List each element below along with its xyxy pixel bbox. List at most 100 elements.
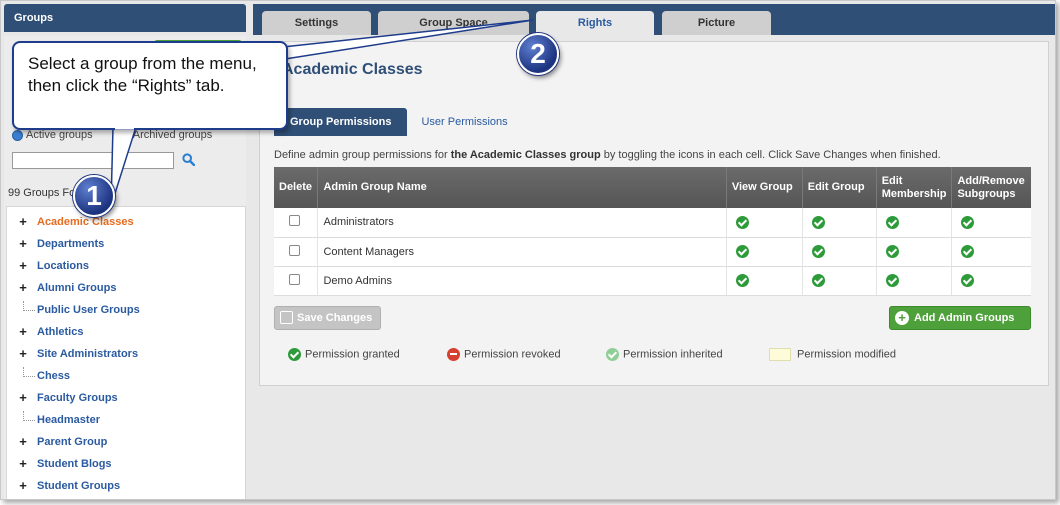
expand-plus-icon[interactable]: + <box>17 457 29 470</box>
edit-membership-cell <box>876 237 953 267</box>
tree-item-label[interactable]: Student Blogs <box>37 458 112 470</box>
delete-checkbox[interactable] <box>289 273 300 285</box>
active-groups-radio[interactable] <box>12 129 23 141</box>
expand-plus-icon[interactable]: + <box>17 281 29 294</box>
rights-content: Academic Classes Group Permissions User P… <box>259 41 1049 386</box>
table-row: Administrators <box>274 208 1031 238</box>
col-delete: Delete <box>274 167 319 208</box>
permission-granted-icon[interactable] <box>885 245 899 258</box>
tree-item[interactable]: + Student Blogs <box>7 455 245 477</box>
tree-item[interactable]: + Faculty Groups <box>7 389 245 411</box>
tree-item[interactable]: + Athletics <box>7 323 245 345</box>
tree-item[interactable]: + Site Administrators <box>7 345 245 367</box>
col-admin-group-name: Admin Group Name <box>317 167 727 208</box>
permission-granted-icon[interactable] <box>961 245 975 258</box>
tree-item-label[interactable]: Locations <box>37 260 89 272</box>
tree-item[interactable]: + Academic Classes <box>7 213 245 235</box>
tree-item-label[interactable]: Site Administrators <box>37 348 138 360</box>
group-status-filter: Active groups Archived groups <box>12 129 212 141</box>
add-admin-groups-button[interactable]: + Add Admin Groups <box>889 306 1031 330</box>
permission-sub-tabs: Group Permissions User Permissions <box>274 108 522 136</box>
expand-plus-icon[interactable]: + <box>17 237 29 250</box>
delete-cell <box>274 237 319 267</box>
edit-group-cell <box>802 266 877 296</box>
app-window: Groups Active groups Archived groups 99 … <box>0 0 1056 500</box>
permission-granted-icon <box>288 348 301 361</box>
tab-rights[interactable]: Rights <box>536 11 654 37</box>
delete-cell <box>274 266 319 296</box>
legend-modified: Permission modified <box>769 348 896 361</box>
table-header-row: Delete Admin Group Name View Group Edit … <box>274 167 1031 208</box>
tree-item-label[interactable]: Headmaster <box>37 414 100 426</box>
permissions-description: Define admin group permissions for the A… <box>274 149 941 161</box>
permission-granted-icon[interactable] <box>811 215 825 229</box>
tab-picture[interactable]: Picture <box>662 11 771 35</box>
permission-granted-icon[interactable] <box>961 274 975 287</box>
add-remove-subgroups-cell <box>951 266 1031 296</box>
col-edit-group: Edit Group <box>802 167 877 208</box>
delete-checkbox[interactable] <box>289 215 300 227</box>
admin-group-name: Content Managers <box>317 237 727 267</box>
view-group-cell <box>726 266 803 296</box>
tab-user-permissions[interactable]: User Permissions <box>407 108 521 136</box>
tree-item-label[interactable]: Athletics <box>37 326 83 338</box>
permission-granted-icon[interactable] <box>961 215 975 229</box>
permission-granted-icon[interactable] <box>885 274 899 287</box>
expand-plus-icon[interactable]: + <box>17 215 29 228</box>
tree-item-label[interactable]: Academic Classes <box>37 216 134 228</box>
expand-plus-icon[interactable]: + <box>17 435 29 448</box>
expand-plus-icon[interactable]: + <box>17 479 29 492</box>
edit-membership-cell <box>876 208 953 238</box>
tree-connector <box>23 301 35 311</box>
tree-item-label[interactable]: Student Groups <box>37 480 120 492</box>
save-disk-icon <box>280 311 293 324</box>
active-groups-radio-label[interactable]: Active groups <box>26 129 93 141</box>
permission-granted-icon[interactable] <box>735 245 749 258</box>
tree-item[interactable]: + Parent Group <box>7 433 245 455</box>
tree-item[interactable]: + Alumni Groups <box>7 279 245 301</box>
expand-plus-icon[interactable]: + <box>17 325 29 338</box>
tab-settings[interactable]: Settings <box>262 11 371 35</box>
tree-item-label[interactable]: Parent Group <box>37 436 107 448</box>
expand-plus-icon[interactable]: + <box>17 391 29 404</box>
tree-item[interactable]: + Student Groups <box>7 477 245 499</box>
save-changes-button[interactable]: Save Changes <box>274 306 381 330</box>
legend-granted: Permission granted <box>288 348 400 361</box>
group-search <box>12 152 196 169</box>
permission-granted-icon[interactable] <box>811 274 825 287</box>
permission-granted-icon[interactable] <box>735 274 749 287</box>
archived-groups-radio[interactable] <box>118 129 130 141</box>
permission-granted-icon[interactable] <box>811 245 825 258</box>
expand-plus-icon[interactable]: + <box>17 259 29 272</box>
expand-plus-icon[interactable]: + <box>17 347 29 360</box>
step-1-badge: 1 <box>73 175 115 217</box>
add-remove-subgroups-cell <box>951 208 1031 238</box>
tree-item-label[interactable]: Alumni Groups <box>37 282 116 294</box>
tree-item-label[interactable]: Faculty Groups <box>37 392 118 404</box>
permission-granted-icon[interactable] <box>735 215 749 229</box>
delete-checkbox[interactable] <box>289 244 300 256</box>
tree-item[interactable]: + Departments <box>7 235 245 257</box>
view-group-cell <box>726 208 803 238</box>
tree-item-label[interactable]: Chess <box>37 370 70 382</box>
tree-item[interactable]: Chess <box>7 367 245 389</box>
tree-item-label[interactable]: Public User Groups <box>37 304 140 316</box>
step-2-badge: 2 <box>517 33 559 75</box>
permission-granted-icon[interactable] <box>885 215 899 229</box>
instruction-callout-text: Select a group from the menu, then click… <box>28 54 257 95</box>
tree-item[interactable]: Headmaster <box>7 411 245 433</box>
tree-item[interactable]: + Locations <box>7 257 245 279</box>
tree-item-label[interactable]: Departments <box>37 238 104 250</box>
legend-granted-label: Permission granted <box>305 348 400 361</box>
group-search-input[interactable] <box>12 152 174 169</box>
add-remove-subgroups-cell <box>951 237 1031 267</box>
instruction-callout: Select a group from the menu, then click… <box>12 41 288 130</box>
view-group-cell <box>726 237 803 267</box>
search-icon[interactable] <box>182 152 196 169</box>
tab-group-permissions[interactable]: Group Permissions <box>274 108 408 136</box>
legend-revoked: Permission revoked <box>447 348 561 361</box>
legend-inherited-label: Permission inherited <box>623 348 723 361</box>
archived-groups-radio-label[interactable]: Archived groups <box>133 129 213 141</box>
tab-group-space[interactable]: Group Space <box>378 11 529 35</box>
tree-item[interactable]: Public User Groups <box>7 301 245 323</box>
